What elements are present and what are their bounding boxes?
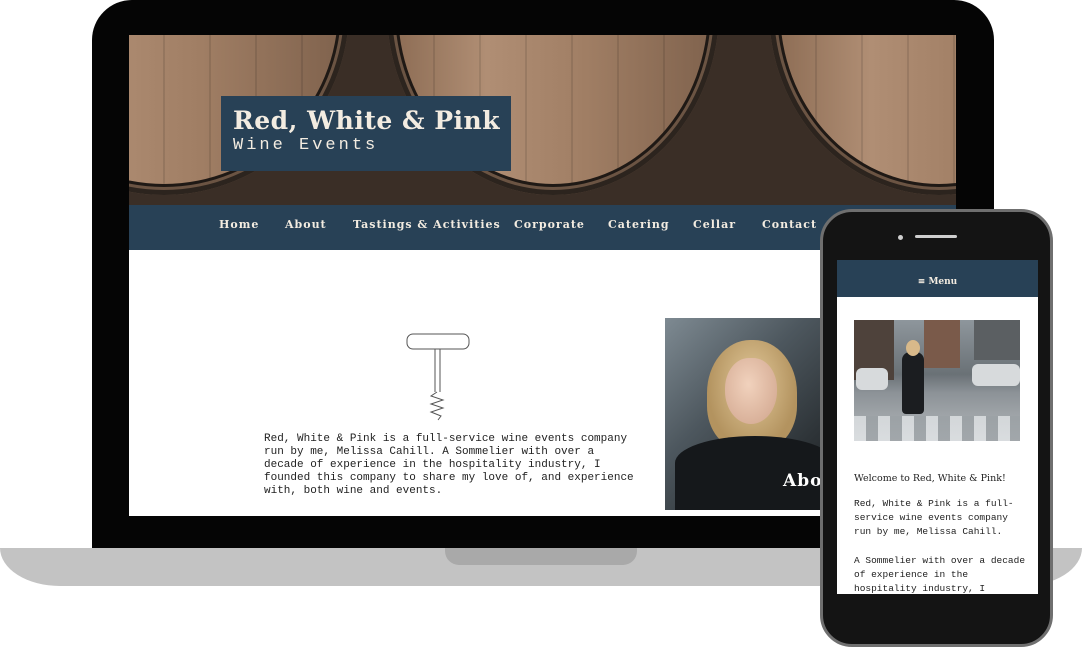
mobile-paragraph: A Sommelier with over a decade of experi… — [854, 555, 1026, 594]
nav-home[interactable]: Home — [219, 218, 259, 231]
nav-tastings-activities[interactable]: Tastings & Activities — [353, 218, 501, 231]
barrel-image — [769, 35, 956, 195]
corkscrew-icon — [406, 333, 470, 421]
nav-about[interactable]: About — [285, 218, 327, 231]
street-photo — [854, 320, 1020, 441]
nav-contact[interactable]: Contact — [762, 218, 817, 231]
brand-title: Red, White & Pink — [233, 106, 501, 135]
laptop-notch — [445, 548, 637, 565]
brand-subtitle: Wine Events — [233, 136, 379, 155]
site-logo[interactable]: Red, White & Pink Wine Events — [221, 96, 511, 171]
mobile-menu-button[interactable]: ≡ Menu — [837, 260, 1038, 297]
menu-label: ≡ Menu — [917, 277, 958, 287]
nav-cellar[interactable]: Cellar — [693, 218, 736, 231]
intro-text: Red, White & Pink is a full-service wine… — [264, 433, 634, 497]
camera-icon — [898, 235, 903, 240]
hero-banner: Red, White & Pink Wine Events — [129, 35, 956, 205]
about-photo[interactable]: Abo — [665, 318, 825, 510]
nav-corporate[interactable]: Corporate — [514, 218, 585, 231]
mobile-website: ≡ Menu Welcome to Red, White & Pink! Red… — [837, 260, 1038, 594]
speaker-icon — [915, 235, 957, 238]
mobile-paragraph: Red, White & Pink is a full-service wine… — [854, 498, 1014, 537]
welcome-heading: Welcome to Red, White & Pink! — [854, 473, 1006, 484]
about-label: Abo — [783, 471, 823, 491]
nav-catering[interactable]: Catering — [608, 218, 670, 231]
